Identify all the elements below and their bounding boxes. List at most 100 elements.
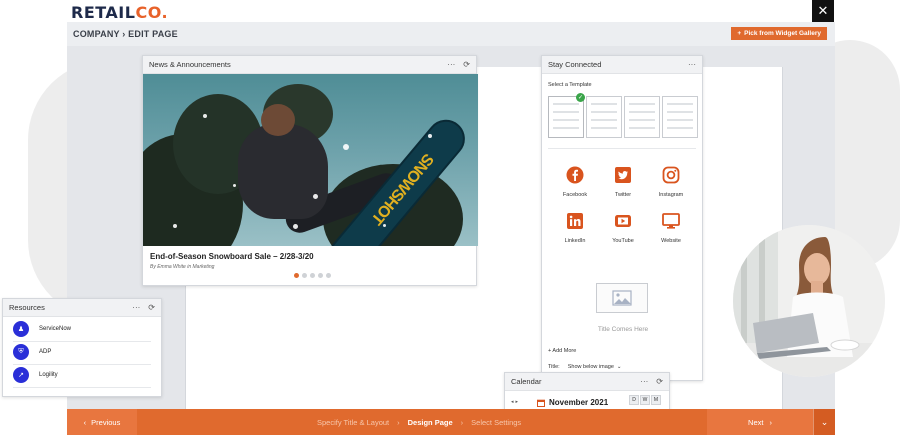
next-button[interactable]: Next ›	[707, 409, 813, 435]
stay-connected-widget[interactable]: Stay Connected ··· Select a Template ✓ F…	[541, 55, 703, 381]
calendar-view-day[interactable]: D	[629, 395, 639, 405]
logo-text: RETAIL	[71, 3, 136, 22]
stay-connected-title: Stay Connected	[548, 60, 602, 69]
news-article-image[interactable]: SNOWSHOT	[143, 74, 478, 246]
calendar-icon	[537, 399, 545, 407]
close-icon: ✕	[817, 3, 829, 18]
carousel-dot[interactable]	[302, 273, 307, 278]
refresh-icon[interactable]: ⟳	[148, 303, 155, 312]
prev-month-icon[interactable]: ◂	[511, 399, 514, 405]
template-option[interactable]	[624, 96, 660, 138]
chevron-down-icon: ⌄	[616, 364, 622, 370]
carousel-dots	[294, 273, 331, 278]
resource-item-servicenow[interactable]: ♟ ServiceNow	[13, 320, 153, 338]
stay-connected-header: Stay Connected ···	[542, 56, 702, 74]
divider	[548, 148, 696, 149]
divider	[13, 387, 151, 388]
resource-label: ServiceNow	[39, 326, 72, 332]
resource-item-logility[interactable]: ↗ Logility	[13, 366, 153, 384]
calendar-view-week[interactable]: W	[640, 395, 650, 405]
social-link-instagram[interactable]: Instagram	[649, 166, 693, 198]
title-setting-label: Title:	[548, 364, 560, 370]
more-options-icon[interactable]: ···	[447, 60, 455, 69]
step-select-settings[interactable]: Select Settings	[471, 418, 521, 427]
news-widget-title: News & Announcements	[149, 60, 231, 69]
title-position-select[interactable]: Show below image ⌄	[568, 364, 622, 370]
linkedin-icon	[566, 212, 584, 230]
resources-widget[interactable]: Resources ··· ⟳ ♟ ServiceNow ⛨ ADP ↗ Log…	[2, 298, 162, 397]
divider	[13, 364, 151, 365]
title-placeholder[interactable]: Title Comes Here	[542, 326, 704, 333]
wizard-footer: ‹ Previous Specify Title & Layout › Desi…	[67, 409, 835, 435]
brand-logo: RETAILCO.	[71, 3, 168, 22]
more-options-icon[interactable]: ···	[132, 303, 140, 312]
previous-button[interactable]: ‹ Previous	[67, 409, 137, 435]
step-separator: ›	[397, 417, 400, 427]
more-options-icon[interactable]: ···	[688, 60, 696, 69]
calendar-month-label: November 2021	[549, 398, 609, 407]
selected-check-icon: ✓	[576, 93, 585, 102]
plus-icon: +	[737, 30, 742, 37]
more-options-icon[interactable]: ···	[640, 377, 648, 386]
template-option[interactable]	[662, 96, 698, 138]
news-article-title[interactable]: End-of-Season Snowboard Sale – 2/28-3/20	[150, 252, 314, 261]
calendar-header: Calendar ··· ⟳	[505, 373, 669, 391]
social-link-twitter[interactable]: Twitter	[601, 166, 645, 198]
social-link-label: Twitter	[614, 192, 632, 198]
calendar-title: Calendar	[511, 377, 542, 386]
social-link-linkedin[interactable]: LinkedIn	[553, 212, 597, 244]
resources-header: Resources ··· ⟳	[3, 299, 161, 317]
carousel-dot[interactable]	[310, 273, 315, 278]
youtube-icon	[614, 212, 632, 230]
next-label: Next	[748, 417, 764, 427]
facebook-icon	[566, 166, 584, 184]
image-icon	[612, 290, 632, 306]
calendar-view-month[interactable]: M	[651, 395, 661, 405]
carousel-dot[interactable]	[294, 273, 299, 278]
select-template-label: Select a Template	[548, 82, 592, 88]
chart-icon: ↗	[13, 367, 29, 383]
instagram-icon	[662, 166, 680, 184]
social-link-youtube[interactable]: YouTube	[601, 212, 645, 244]
social-link-facebook[interactable]: Facebook	[553, 166, 597, 198]
social-link-website[interactable]: Website	[649, 212, 693, 244]
resources-title: Resources	[9, 303, 45, 312]
widget-gallery-button[interactable]: + Pick from Widget Gallery	[731, 27, 827, 40]
chevron-down-icon: ⌄	[820, 416, 829, 427]
template-option[interactable]	[548, 96, 584, 138]
person-photo	[733, 225, 885, 377]
image-placeholder[interactable]	[596, 283, 648, 313]
title-position-value: Show below image	[567, 364, 614, 370]
template-option[interactable]	[586, 96, 622, 138]
step-design-page[interactable]: Design Page	[408, 418, 453, 427]
breadcrumb: COMPANY › EDIT PAGE	[73, 29, 178, 39]
carousel-dot[interactable]	[318, 273, 323, 278]
add-more-link[interactable]: + Add More	[548, 348, 576, 354]
widget-gallery-label: Pick from Widget Gallery	[744, 30, 821, 37]
social-link-label: YouTube	[612, 238, 634, 244]
refresh-icon[interactable]: ⟳	[656, 377, 663, 386]
calendar-view-toggle: D W M	[629, 395, 661, 405]
close-button[interactable]: ✕	[812, 0, 834, 22]
news-widget[interactable]: News & Announcements ··· ⟳ SNOWSHOT End-…	[142, 55, 478, 286]
step-separator: ›	[460, 417, 464, 427]
step-title-layout[interactable]: Specify Title & Layout	[317, 418, 389, 427]
logo-accent: CO.	[135, 3, 169, 22]
shield-icon: ⛨	[13, 344, 29, 360]
next-options-button[interactable]: ⌄	[813, 409, 835, 435]
refresh-icon[interactable]: ⟳	[463, 60, 470, 69]
social-link-label: Instagram	[658, 192, 684, 198]
template-picker	[548, 96, 698, 138]
news-article-byline: By Emma White in Marketing	[150, 264, 215, 270]
website-icon	[662, 212, 680, 230]
person-icon: ♟	[13, 321, 29, 337]
app-header: COMPANY › EDIT PAGE + Pick from Widget G…	[67, 22, 835, 46]
social-link-label: LinkedIn	[564, 238, 586, 244]
resource-label: ADP	[39, 349, 52, 355]
wizard-steps: Specify Title & Layout › Design Page › S…	[317, 409, 521, 435]
social-links-grid: Facebook Twitter Instagram LinkedIn YouT…	[553, 166, 693, 244]
next-month-icon[interactable]: ▸	[516, 399, 519, 405]
carousel-dot[interactable]	[326, 273, 331, 278]
chevron-right-icon: ›	[769, 417, 772, 427]
resource-item-adp[interactable]: ⛨ ADP	[13, 343, 153, 361]
